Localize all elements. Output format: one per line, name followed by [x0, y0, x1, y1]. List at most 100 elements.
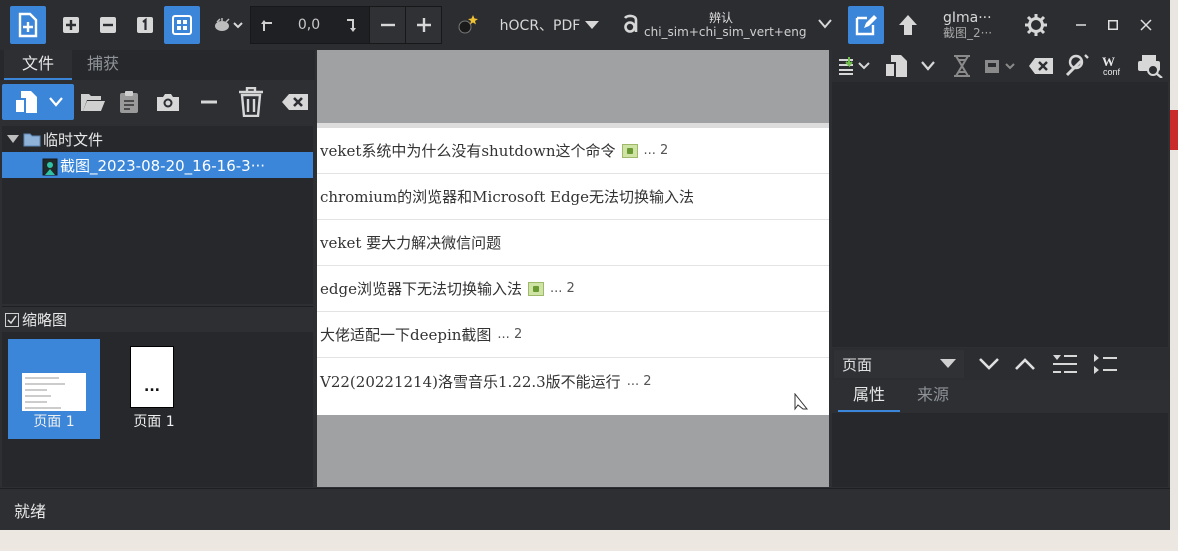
- document-view[interactable]: veket系统中为什么没有shutdown这个命令 ... 2 chromium…: [317, 50, 829, 487]
- next-button[interactable]: [972, 350, 1006, 378]
- tree-folder-label: 临时文件: [43, 130, 104, 149]
- rotate-right-icon: [347, 19, 356, 32]
- paste-button[interactable]: [114, 84, 144, 120]
- open-folder-button[interactable]: [78, 84, 108, 120]
- plus-icon: [416, 18, 431, 32]
- output-editor[interactable]: [832, 82, 1168, 347]
- item-text: 大佬适配一下deepin截图: [320, 326, 492, 344]
- open-document-icon: [14, 91, 37, 114]
- output-format-dropdown[interactable]: hOCR、PDF: [494, 6, 606, 44]
- delete-button[interactable]: [234, 84, 268, 120]
- disk-icon: [985, 60, 1015, 73]
- caret-down-icon: [585, 21, 600, 29]
- navigation-combo-label: 页面: [842, 355, 873, 374]
- item-text: edge浏览器下无法切换输入法: [320, 280, 522, 298]
- rotation-increase-button[interactable]: [405, 7, 441, 43]
- thumbnails-label: 缩略图: [22, 311, 68, 329]
- minus-icon: [380, 23, 395, 27]
- gimage-title: gIma···: [943, 10, 992, 26]
- open-output-menu-button[interactable]: [916, 52, 940, 80]
- chevron-down-icon: [49, 97, 63, 107]
- navigation-combo[interactable]: 页面: [834, 350, 964, 378]
- previous-button[interactable]: [1008, 350, 1042, 378]
- open-output-button[interactable]: [880, 52, 912, 80]
- left-tabs: 文件 捕获: [0, 50, 315, 80]
- triangle-down-icon: [7, 135, 19, 143]
- settings-button[interactable]: [1020, 6, 1052, 44]
- file-toolbar: [0, 82, 315, 122]
- folder-icon: [23, 133, 41, 146]
- tab-files[interactable]: 文件: [4, 50, 72, 80]
- save-menu-button[interactable]: [982, 52, 1020, 80]
- new-document-button[interactable]: [10, 6, 46, 44]
- main-toolbar: 0,0 hOCR、PDF 辨认 chi_sim+chi_sim_vert+eng: [0, 0, 1170, 50]
- tree-file-label: 截图_2023-08-20_16-16-3···: [60, 156, 266, 175]
- rotate-right-button[interactable]: [335, 7, 369, 43]
- chevron-down-icon: [818, 19, 832, 29]
- import-menu-button[interactable]: [834, 52, 874, 80]
- close-button[interactable]: [1134, 6, 1158, 44]
- gimage-plugin-button[interactable]: gIma··· 截图_2···: [936, 6, 1008, 44]
- folder-open-icon: [81, 94, 105, 111]
- open-file-menu-button[interactable]: [2, 84, 74, 120]
- gear-icon: [1025, 14, 1047, 36]
- rotation-decrease-button[interactable]: [369, 7, 405, 43]
- maximize-icon: [1108, 20, 1118, 30]
- tab-capture[interactable]: 捕获: [72, 50, 134, 80]
- rotate-left-button[interactable]: [251, 7, 283, 43]
- open-document-icon: [884, 55, 907, 78]
- tab-properties[interactable]: 属性: [838, 382, 900, 412]
- status-bar: 就绪: [0, 488, 1170, 530]
- word-conf-button[interactable]: Wconf: [1098, 52, 1130, 80]
- remove-item-button[interactable]: [194, 84, 224, 120]
- plus-square-icon: [63, 17, 79, 33]
- actual-size-button[interactable]: [129, 6, 161, 44]
- merge-button[interactable]: [948, 52, 976, 80]
- caret-down-icon: [940, 359, 956, 368]
- thumbnail-page-1[interactable]: 页面 1: [8, 339, 100, 439]
- auto-recognize-button[interactable]: [452, 6, 482, 44]
- expand-list-icon: [1094, 354, 1117, 374]
- tree-folder-temp[interactable]: 临时文件: [2, 126, 313, 152]
- cleanup-menu-button[interactable]: [210, 6, 246, 44]
- maximize-button[interactable]: [1102, 6, 1124, 44]
- thumbnail-label: 页面 1: [133, 414, 175, 430]
- fit-page-button[interactable]: [164, 6, 200, 44]
- thumbnail-page-1-blank[interactable]: ... 页面 1: [108, 339, 200, 439]
- wand-icon: [1065, 54, 1089, 77]
- clear-button[interactable]: [278, 84, 312, 120]
- language-selector[interactable]: 辨认 chi_sim+chi_sim_vert+eng: [642, 6, 842, 44]
- clear-output-button[interactable]: [1026, 52, 1056, 80]
- screenshot-button[interactable]: [152, 84, 184, 120]
- gimage-subtitle: 截图_2···: [943, 26, 993, 40]
- minimize-button[interactable]: [1070, 6, 1092, 44]
- edit-mode-button[interactable]: [848, 6, 884, 44]
- rotation-value[interactable]: 0,0: [283, 7, 335, 43]
- print-preview-icon: [1138, 55, 1163, 78]
- rotation-spinbox[interactable]: 0,0: [250, 6, 442, 44]
- collapse-all-button[interactable]: [1050, 350, 1080, 378]
- list-item: veket系统中为什么没有shutdown这个命令 ... 2: [317, 128, 829, 174]
- image-icon: [527, 281, 544, 296]
- item-count: ... 2: [643, 143, 669, 158]
- add-page-button[interactable]: [55, 6, 87, 44]
- expand-all-button[interactable]: [1090, 350, 1120, 378]
- export-button[interactable]: [892, 6, 924, 44]
- item-text: veket系统中为什么没有shutdown这个命令: [320, 142, 616, 160]
- tools-button[interactable]: [1062, 52, 1092, 80]
- thumbnails-checkbox[interactable]: [5, 312, 19, 327]
- view-background-top: [317, 50, 829, 123]
- properties-panel: [832, 413, 1168, 487]
- list-item: chromium的浏览器和Microsoft Edge无法切换输入法: [317, 174, 829, 220]
- preview-button[interactable]: [1134, 52, 1166, 80]
- close-icon: [1140, 19, 1152, 31]
- download-lines-icon: [839, 57, 870, 75]
- tab-source[interactable]: 来源: [902, 382, 964, 412]
- image-icon: [621, 143, 638, 158]
- remove-page-button[interactable]: [92, 6, 124, 44]
- new-document-icon: [18, 12, 38, 38]
- right-panel: Wconf 页面 属性 来源: [832, 50, 1170, 487]
- tree-file-item[interactable]: 截图_2023-08-20_16-16-3···: [2, 152, 313, 178]
- page-image[interactable]: veket系统中为什么没有shutdown这个命令 ... 2 chromium…: [317, 123, 829, 415]
- chevron-up-icon: [1015, 358, 1035, 370]
